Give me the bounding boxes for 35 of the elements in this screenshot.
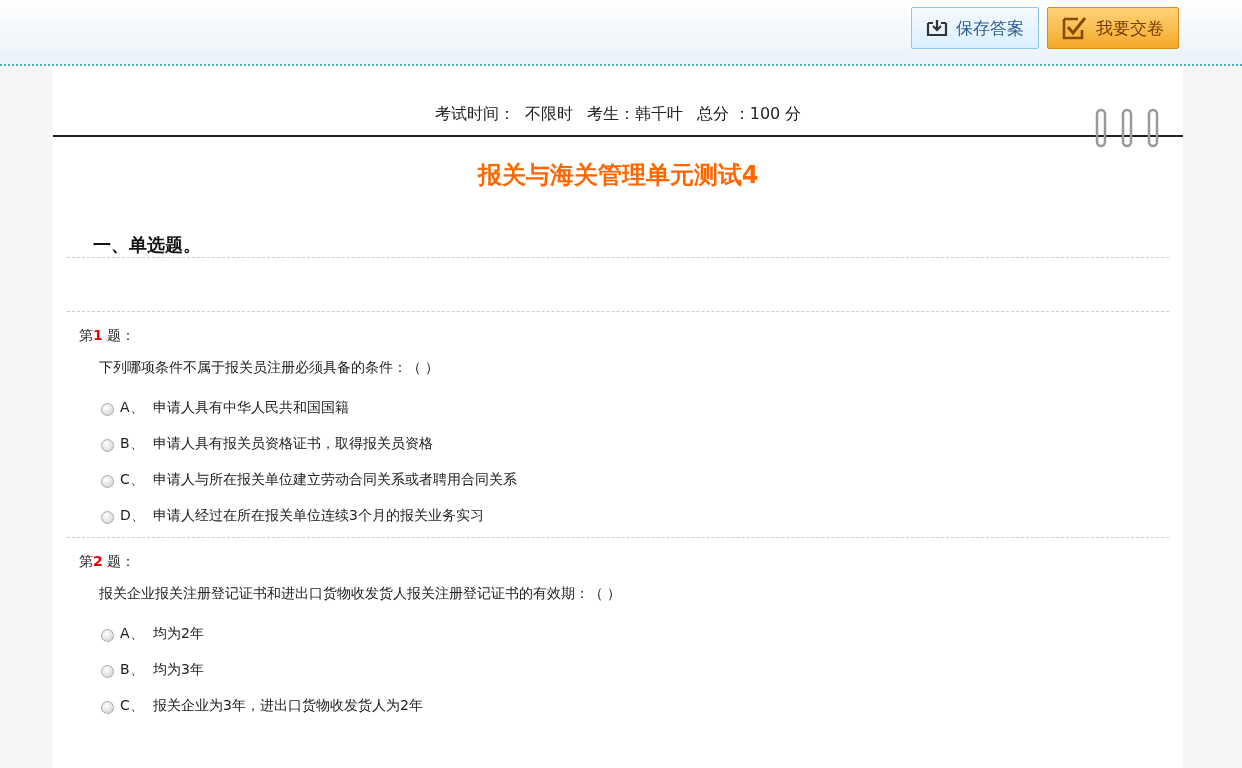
- radio-button[interactable]: [101, 510, 114, 524]
- submit-button[interactable]: 我要交卷: [1047, 7, 1179, 49]
- exam-info-text: 不限时: [524, 104, 573, 125]
- option-letter: B、: [120, 661, 145, 679]
- option-text: 均为2年: [153, 625, 204, 643]
- checkbox-tick-icon: [1062, 16, 1088, 40]
- radio-button[interactable]: [101, 664, 114, 678]
- option-text: 申请人具有报关员资格证书，取得报关员资格: [153, 435, 433, 453]
- exam-title: 报关与海关管理单元测试4: [476, 160, 760, 191]
- radio-button[interactable]: [101, 474, 114, 488]
- save-button[interactable]: 保存答案: [911, 7, 1039, 49]
- radio-button[interactable]: [101, 438, 114, 452]
- question-number: 第2 题：: [79, 553, 137, 571]
- radio-button[interactable]: [101, 402, 114, 416]
- question-text: 下列哪项条件不属于报关员注册必须具备的条件：（ ）: [99, 359, 441, 377]
- section-heading: 一、单选题。: [93, 233, 202, 257]
- option-letter: B、: [120, 435, 145, 453]
- option-text: 申请人与所在报关单位建立劳动合同关系或者聘用合同关系: [153, 471, 517, 489]
- exam-info-text: 总分 ：100 分: [696, 104, 802, 125]
- option-text: 申请人经过在所在报关单位连续3个月的报关业务实习: [153, 507, 484, 525]
- option-text: 报关企业为3年，进出口货物收发货人为2年: [153, 697, 423, 715]
- question-text: 报关企业报关注册登记证书和进出口货物收发货人报关注册登记证书的有效期：（ ）: [99, 585, 623, 603]
- option-letter: C、: [120, 697, 145, 715]
- radio-button[interactable]: [101, 628, 114, 642]
- option-letter: D、: [120, 507, 146, 525]
- option-text: 申请人具有中华人民共和国国籍: [153, 399, 349, 417]
- download-tray-icon: [926, 19, 948, 37]
- exam-info-text: 考生：韩千叶: [586, 104, 683, 125]
- option-letter: C、: [120, 471, 145, 489]
- option-letter: A、: [120, 625, 145, 643]
- option-text: 均为3年: [153, 661, 204, 679]
- radio-button[interactable]: [101, 700, 114, 714]
- question-number: 第1 题：: [79, 327, 137, 345]
- exam-info-text: 考试时间：: [434, 104, 515, 125]
- option-letter: A、: [120, 399, 145, 417]
